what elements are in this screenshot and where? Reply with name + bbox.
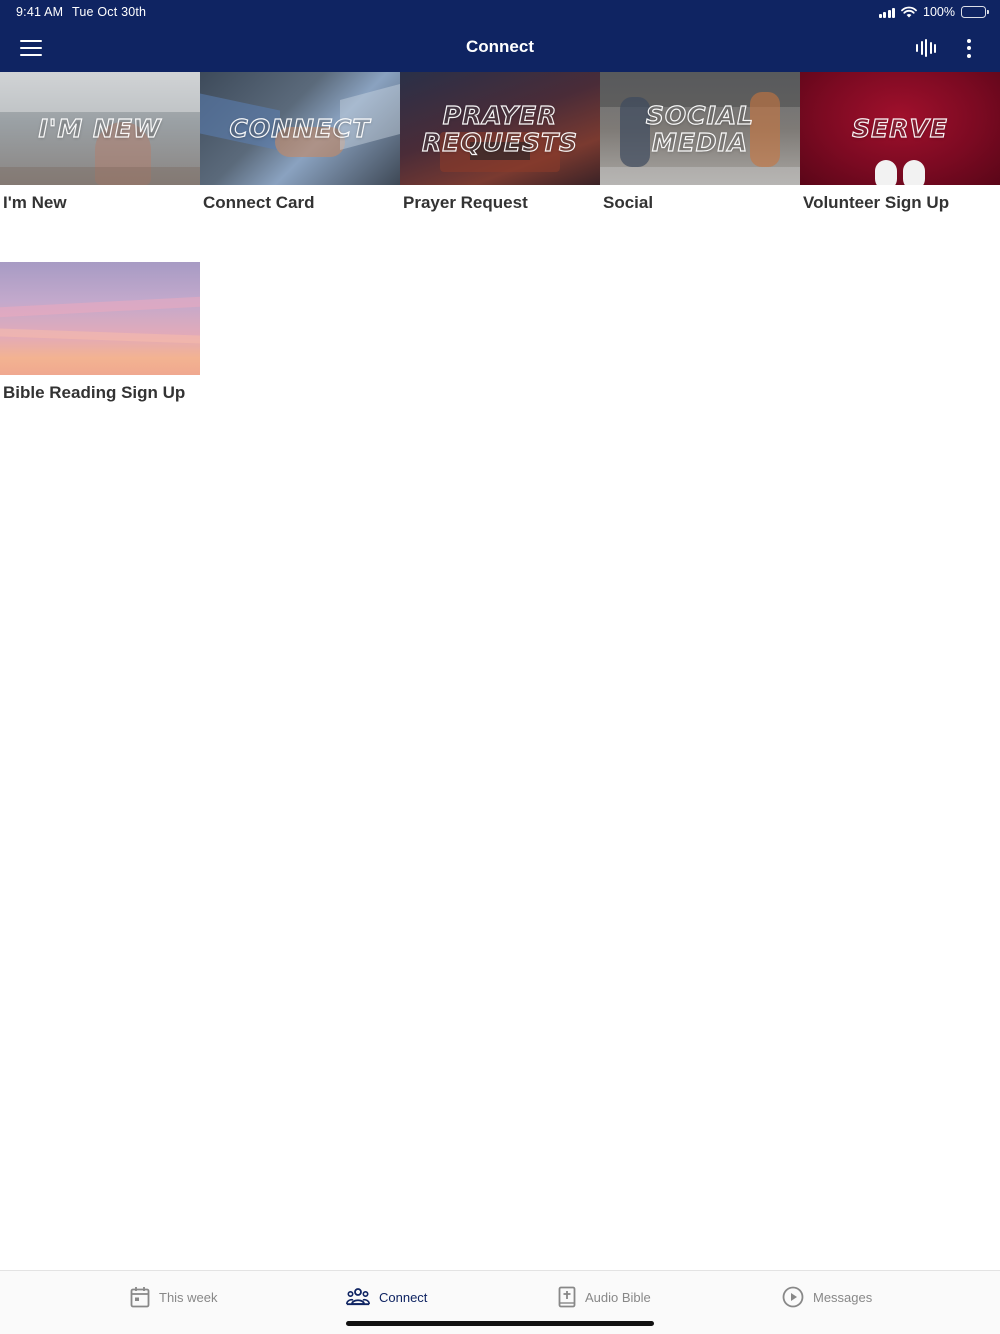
tile-label: Social [603,193,654,212]
battery-icon [961,6,989,18]
page-title: Connect [466,37,534,56]
play-circle-icon [782,1286,804,1308]
status-date: Tue Oct 30th [72,5,147,19]
audio-bars-icon[interactable] [909,32,943,64]
hamburger-menu-icon[interactable] [12,30,50,66]
app-header: 9:41 AM Tue Oct 30th 100% Connect [0,0,1000,72]
calendar-icon [130,1287,150,1308]
tile-image-im-new: I'M NEW [0,72,200,185]
tab-label: Audio Bible [585,1289,651,1305]
tile-connect-card[interactable]: CONNECT Connect Card [200,72,400,222]
tab-label: Connect [379,1289,428,1305]
tile-image-connect-card: CONNECT [200,72,400,185]
signal-icon [878,7,896,18]
bible-icon [558,1286,576,1308]
tab-messages[interactable]: Messages [782,1283,872,1311]
tile-volunteer-sign-up[interactable]: SERVE Volunteer Sign Up [800,72,1000,222]
tile-overlay-text: PRAYER REQUESTS [421,100,579,157]
tile-image-social: SOCIAL MEDIA [600,72,800,185]
tile-label: I'm New [3,193,67,212]
battery-percent: 100% [923,5,955,19]
tab-audio-bible[interactable]: Audio Bible [558,1283,651,1311]
status-indicators: 100% [878,4,989,20]
tile-label: Bible Reading Sign Up [3,383,186,402]
tile-bible-reading-sign-up[interactable]: Bible Reading Sign Up [0,262,200,412]
tile-overlay-text: I'M NEW [38,114,162,143]
more-vertical-icon[interactable] [955,32,983,64]
tile-label: Volunteer Sign Up [803,193,950,212]
status-time: 9:41 AM [16,5,64,19]
tile-im-new[interactable]: I'M NEW I'm New [0,72,200,222]
tile-overlay-text: CONNECT [229,114,371,143]
tile-prayer-request[interactable]: PRAYER REQUESTS Prayer Request [400,72,600,222]
tab-this-week[interactable]: This week [130,1283,218,1311]
tile-label: Prayer Request [403,193,528,212]
tile-image-bible-reading-sign-up [0,262,200,375]
tile-overlay-text: SERVE [852,114,948,143]
people-icon [346,1288,370,1306]
tab-label: This week [159,1289,218,1305]
home-indicator [346,1321,654,1326]
tile-overlay-text: SOCIAL MEDIA [645,100,755,157]
wifi-icon [901,6,917,18]
tile-social[interactable]: SOCIAL MEDIA Social [600,72,800,222]
tab-label: Messages [813,1289,873,1305]
tile-image-prayer-request: PRAYER REQUESTS [400,72,600,185]
tile-image-volunteer-sign-up: SERVE [800,72,1000,185]
tab-connect[interactable]: Connect [346,1283,427,1311]
tile-label: Connect Card [203,193,315,212]
